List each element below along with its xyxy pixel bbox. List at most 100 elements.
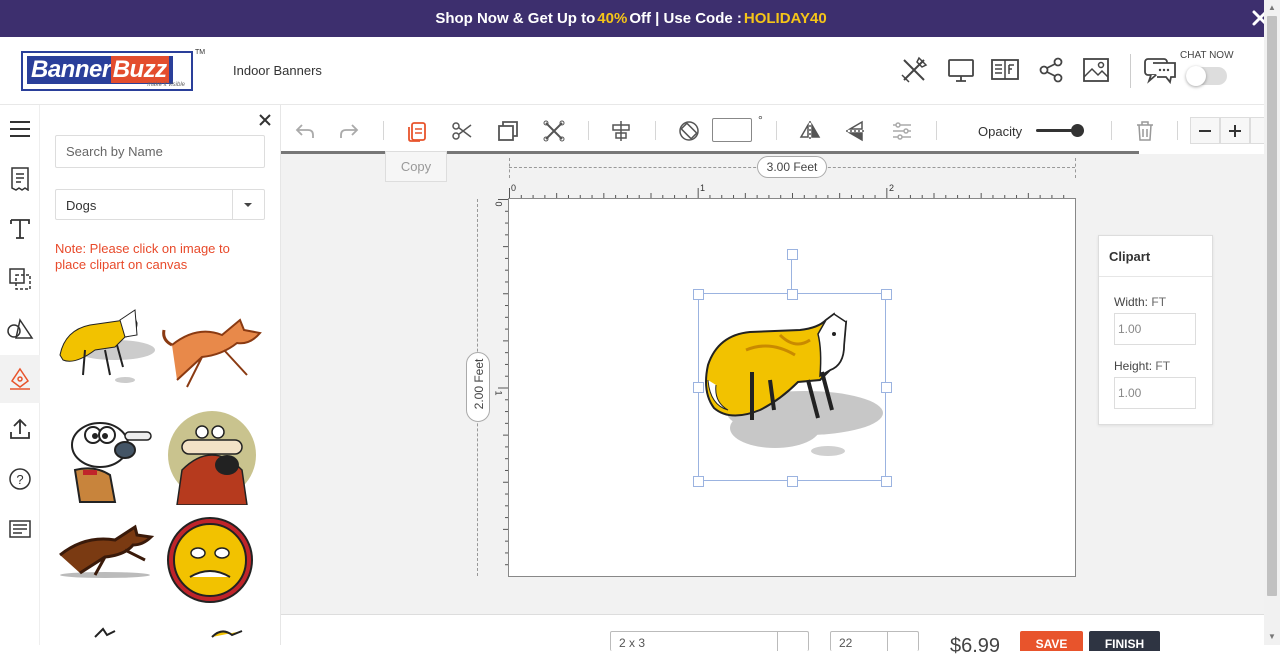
- nav-shapes[interactable]: [0, 305, 40, 353]
- edit-toolbar: ° Opacity: [281, 107, 1264, 153]
- width-dimension-left: [509, 158, 510, 178]
- clipart-partial-1[interactable]: [55, 617, 155, 645]
- width-dimension-label: 3.00 Feet: [757, 156, 827, 178]
- tools-icon[interactable]: [899, 55, 929, 85]
- properties-title: Clipart: [1109, 249, 1151, 264]
- flip-horizontal-icon[interactable]: [798, 119, 822, 143]
- degree-symbol: °: [758, 113, 763, 127]
- search-input[interactable]: [55, 135, 265, 168]
- undo-icon[interactable]: [293, 119, 317, 143]
- logo[interactable]: BannerBuzz make it visible: [21, 51, 193, 91]
- zoom-level[interactable]: [1250, 117, 1264, 144]
- trash-icon[interactable]: [1133, 119, 1157, 143]
- chat-now-label: CHAT NOW: [1180, 50, 1234, 61]
- desktop-preview-icon[interactable]: [946, 55, 976, 85]
- specs-icon[interactable]: [990, 55, 1020, 85]
- adjust-icon[interactable]: [890, 119, 914, 143]
- quantity-select[interactable]: 22: [830, 631, 919, 651]
- rotation-input[interactable]: [712, 118, 752, 142]
- category-select[interactable]: Dogs: [55, 189, 265, 220]
- left-nav: ?: [0, 105, 40, 645]
- rotate-icon[interactable]: [677, 119, 701, 143]
- resize-handle-w[interactable]: [693, 382, 704, 393]
- delete-x-icon[interactable]: [542, 119, 566, 143]
- nav-upload[interactable]: [0, 405, 40, 453]
- upload-icon: [10, 418, 30, 439]
- properties-divider: [1099, 276, 1212, 277]
- logo-wordmark: BannerBuzz: [27, 56, 173, 84]
- toolbar-divider: [776, 121, 777, 140]
- header-divider: [1130, 54, 1131, 88]
- duplicate-icon[interactable]: [496, 119, 520, 143]
- resize-handle-n[interactable]: [787, 289, 798, 300]
- clipart-cartoon-dog[interactable]: [55, 410, 155, 505]
- resize-handle-sw[interactable]: [693, 476, 704, 487]
- scroll-thumb[interactable]: [1267, 16, 1277, 596]
- clipart-partial-2[interactable]: [162, 617, 262, 645]
- clipart-bulldog[interactable]: [162, 515, 262, 610]
- resize-handle-se[interactable]: [881, 476, 892, 487]
- ruler-h-label-1: 1: [700, 183, 706, 193]
- close-icon[interactable]: [259, 114, 271, 126]
- share-icon[interactable]: [1036, 55, 1066, 85]
- slider-knob[interactable]: [1070, 124, 1084, 137]
- resize-handle-s[interactable]: [787, 476, 798, 487]
- resize-handle-ne[interactable]: [881, 289, 892, 300]
- ruler-v-label-1: 1: [493, 390, 504, 396]
- save-button[interactable]: SAVE: [1020, 631, 1083, 651]
- menu-button[interactable]: [0, 105, 40, 153]
- scroll-up-icon[interactable]: ▲: [1268, 3, 1276, 12]
- clipart-properties: Clipart Width: FT Height: FT: [1098, 235, 1213, 425]
- clipart-coyote[interactable]: [162, 305, 262, 400]
- scroll-down-icon[interactable]: ▼: [1268, 632, 1276, 641]
- copy-tooltip: Copy: [385, 151, 447, 182]
- promo-text-middle: Off | Use Code :: [629, 10, 742, 27]
- opacity-label: Opacity: [978, 124, 1023, 139]
- rotate-handle[interactable]: [787, 249, 798, 260]
- receipt-icon: [11, 167, 29, 191]
- nav-background[interactable]: [0, 255, 40, 303]
- redo-icon[interactable]: [337, 119, 361, 143]
- chat-icon[interactable]: [1143, 55, 1177, 85]
- width-input[interactable]: [1114, 313, 1196, 345]
- chat-toggle[interactable]: [1186, 66, 1227, 86]
- size-select[interactable]: 2 x 3: [610, 631, 809, 651]
- clipart-doberman[interactable]: [55, 515, 155, 610]
- height-input[interactable]: [1114, 377, 1196, 409]
- resize-handle-e[interactable]: [881, 382, 892, 393]
- finish-button[interactable]: FINISH: [1089, 631, 1160, 651]
- bottom-bar: 2 x 3 22 $6.99 SAVE FINISH: [281, 614, 1264, 657]
- logo-tm: TM: [195, 49, 206, 56]
- height-dimension-label: 2.00 Feet: [472, 358, 486, 410]
- nav-templates[interactable]: [0, 155, 40, 203]
- rotation-handle-line: [791, 259, 792, 293]
- ruler-h-label-2: 2: [889, 183, 895, 193]
- svg-text:?: ?: [16, 472, 23, 487]
- nav-help[interactable]: ?: [0, 455, 40, 503]
- opacity-slider[interactable]: [1036, 124, 1084, 137]
- vertical-ruler: [498, 199, 508, 566]
- header: BannerBuzz make it visible TM Indoor Ban…: [0, 37, 1264, 105]
- page-scrollbar[interactable]: ▲ ▼: [1264, 0, 1280, 645]
- align-center-icon[interactable]: [609, 119, 633, 143]
- nav-clipart[interactable]: [0, 355, 40, 403]
- height-label: Height: FT: [1114, 359, 1171, 373]
- nav-notes[interactable]: [0, 505, 40, 553]
- clipart-bone-dog[interactable]: [162, 410, 262, 505]
- layers-icon: [9, 268, 31, 290]
- flip-vertical-icon[interactable]: [844, 119, 868, 143]
- resize-handle-nw[interactable]: [693, 289, 704, 300]
- image-icon[interactable]: [1081, 55, 1111, 85]
- nav-text[interactable]: [0, 205, 40, 253]
- notes-icon: [9, 520, 31, 538]
- toolbar-divider: [383, 121, 384, 140]
- zoom-in-button[interactable]: [1220, 117, 1250, 144]
- copy-icon[interactable]: [405, 119, 429, 143]
- scissors-icon[interactable]: [450, 119, 474, 143]
- selection-box: [698, 293, 886, 481]
- toolbar-divider: [588, 121, 589, 140]
- clipart-fox[interactable]: [55, 305, 155, 400]
- toggle-knob: [1186, 66, 1206, 86]
- minus-icon: [1199, 129, 1211, 132]
- zoom-out-button[interactable]: [1190, 117, 1220, 144]
